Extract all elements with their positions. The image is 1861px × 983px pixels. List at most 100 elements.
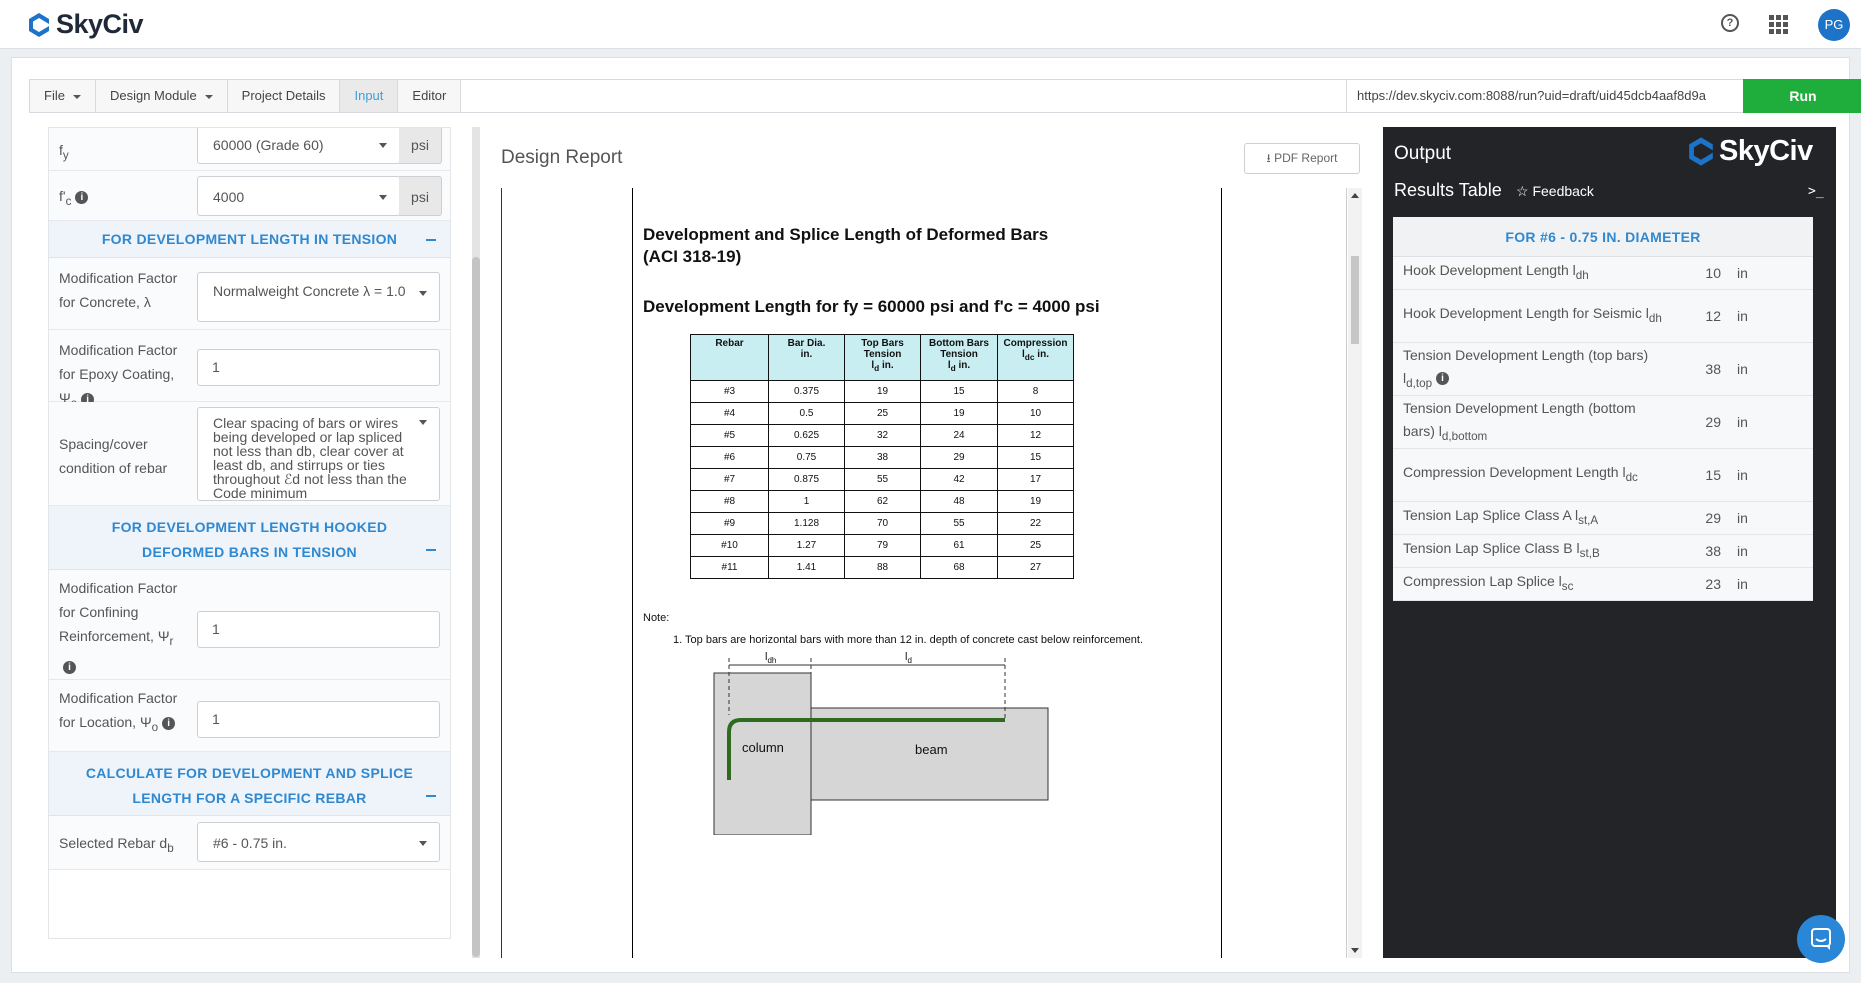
table-cell: 1.41 bbox=[768, 556, 845, 579]
apps-grid-icon[interactable] bbox=[1769, 15, 1788, 34]
rebar-select[interactable]: #6 - 0.75 in. bbox=[197, 822, 440, 862]
file-menu[interactable]: File bbox=[30, 80, 96, 112]
result-value: 15 bbox=[1705, 467, 1721, 483]
section-calc[interactable]: CALCULATE FOR DEVELOPMENT AND SPLICE LEN… bbox=[49, 752, 450, 816]
result-unit: in bbox=[1737, 543, 1748, 559]
input-scrollbar[interactable] bbox=[472, 127, 480, 958]
table-header: Compression ldc in. bbox=[997, 334, 1074, 381]
tab-editor[interactable]: Editor bbox=[398, 80, 462, 112]
report-viewer: Development and Splice Length of Deforme… bbox=[501, 188, 1347, 958]
table-row: #9 1.128 70 55 22 bbox=[690, 512, 1074, 535]
design-module-menu[interactable]: Design Module bbox=[95, 80, 228, 112]
result-name: Tension Development Length (bottom bars)… bbox=[1403, 399, 1636, 443]
confining-input[interactable]: 1 bbox=[197, 611, 440, 648]
table-row: #10 1.27 79 61 25 bbox=[690, 534, 1074, 557]
result-row: Compression Development Length ldc 15 in bbox=[1393, 449, 1813, 502]
result-row: Compression Lap Splice lsc 23 in bbox=[1393, 568, 1813, 601]
table-row: #7 0.875 55 42 17 bbox=[690, 468, 1074, 491]
collapse-icon[interactable] bbox=[426, 795, 436, 797]
table-cell: 48 bbox=[920, 490, 998, 513]
collapse-icon[interactable] bbox=[426, 239, 436, 241]
table-cell: 79 bbox=[844, 534, 921, 557]
table-cell: 1.128 bbox=[768, 512, 845, 535]
table-cell: 0.5 bbox=[768, 402, 845, 425]
ld-label: ld bbox=[905, 651, 912, 665]
top-bar: SkyCiv ? PG bbox=[0, 0, 1861, 49]
chevron-down-icon bbox=[204, 94, 213, 99]
chevron-down-icon bbox=[419, 291, 427, 296]
help-icon[interactable]: ? bbox=[1721, 14, 1739, 32]
run-button[interactable]: Run bbox=[1743, 79, 1861, 113]
result-value: 12 bbox=[1705, 308, 1721, 324]
chevron-down-icon bbox=[379, 143, 387, 148]
table-cell: #3 bbox=[690, 380, 769, 403]
fy-label: fy bbox=[59, 142, 69, 162]
url-field[interactable]: https://dev.skyciv.com:8088/run?uid=draf… bbox=[1346, 80, 1742, 112]
terminal-icon[interactable]: >_ bbox=[1808, 184, 1824, 199]
table-cell: 24 bbox=[920, 424, 998, 447]
result-unit: in bbox=[1737, 467, 1748, 483]
skyciv-logo: SkyCiv bbox=[1688, 135, 1813, 168]
confining-label: Modification Factor for Confining Reinfo… bbox=[59, 580, 178, 674]
epoxy-input[interactable]: 1 bbox=[197, 349, 440, 386]
table-cell: #4 bbox=[690, 402, 769, 425]
pdf-report-button[interactable]: ⭳ PDF Report bbox=[1244, 143, 1360, 174]
table-header: Top Bars Tension ld in. bbox=[844, 334, 921, 381]
table-cell: 70 bbox=[844, 512, 921, 535]
location-input[interactable]: 1 bbox=[197, 701, 440, 738]
spacing-select[interactable]: Clear spacing of bars or wires being dev… bbox=[197, 407, 440, 501]
info-icon[interactable]: i bbox=[162, 716, 176, 730]
section-tension[interactable]: FOR DEVELOPMENT LENGTH IN TENSION bbox=[49, 221, 450, 258]
table-cell: 0.875 bbox=[768, 468, 845, 491]
result-value: 38 bbox=[1705, 361, 1721, 377]
lambda-select[interactable]: Normalweight Concrete λ = 1.0 bbox=[197, 272, 440, 322]
table-cell: 1 bbox=[768, 490, 845, 513]
scrollbar-thumb[interactable] bbox=[472, 257, 480, 957]
table-cell: #7 bbox=[690, 468, 769, 491]
table-cell: 29 bbox=[920, 446, 998, 469]
input-panel: fy 60000 (Grade 60) psi f'c i 4000 psi FO… bbox=[48, 127, 451, 939]
brand-name: SkyCiv bbox=[56, 9, 144, 39]
chat-bubble-button[interactable] bbox=[1797, 915, 1845, 963]
result-row: Tension Development Length (bottom bars)… bbox=[1393, 396, 1813, 449]
table-cell: 27 bbox=[997, 556, 1074, 579]
info-icon[interactable]: i bbox=[63, 660, 76, 674]
report-scrollbar[interactable] bbox=[1348, 188, 1362, 958]
scroll-up-icon[interactable] bbox=[1351, 193, 1359, 198]
results-table: FOR #6 - 0.75 IN. DIAMETER Hook Developm… bbox=[1393, 217, 1813, 601]
report-subheading: Development Length for fy = 60000 psi an… bbox=[643, 297, 1100, 316]
table-row: #8 1 62 48 19 bbox=[690, 490, 1074, 513]
info-icon[interactable]: i bbox=[75, 190, 89, 204]
column-label: column bbox=[742, 740, 784, 755]
chat-icon bbox=[1811, 928, 1831, 950]
result-value: 29 bbox=[1705, 510, 1721, 526]
fc-select[interactable]: 4000 bbox=[197, 176, 400, 216]
info-icon[interactable]: i bbox=[1436, 372, 1450, 386]
table-row: #3 0.375 19 15 8 bbox=[690, 380, 1074, 403]
result-name: Hook Development Length ldh bbox=[1403, 262, 1589, 282]
table-cell: #11 bbox=[690, 556, 769, 579]
tab-project-details[interactable]: Project Details bbox=[227, 80, 341, 112]
table-cell: 15 bbox=[997, 446, 1074, 469]
table-cell: 15 bbox=[920, 380, 998, 403]
skyciv-logo[interactable]: SkyCiv bbox=[28, 9, 144, 40]
location-label: Modification Factor for Location, Ψo i bbox=[59, 690, 178, 734]
tab-input[interactable]: Input bbox=[340, 80, 399, 112]
table-header: Bottom Bars Tension ld in. bbox=[920, 334, 998, 381]
skyciv-logo-icon bbox=[29, 12, 49, 37]
section-hooked[interactable]: FOR DEVELOPMENT LENGTH HOOKED DEFORMED B… bbox=[49, 506, 450, 570]
avatar[interactable]: PG bbox=[1818, 9, 1850, 41]
design-report-title: Design Report bbox=[501, 147, 623, 168]
table-header: Bar Dia. in. bbox=[768, 334, 845, 381]
feedback-link[interactable]: ☆ Feedback bbox=[1516, 183, 1594, 200]
fy-select[interactable]: 60000 (Grade 60) bbox=[197, 128, 400, 164]
scrollbar-thumb[interactable] bbox=[1351, 256, 1359, 344]
chevron-down-icon bbox=[72, 94, 81, 99]
result-row: Hook Development Length ldh 10 in bbox=[1393, 257, 1813, 290]
result-unit: in bbox=[1737, 510, 1748, 526]
collapse-icon[interactable] bbox=[426, 549, 436, 551]
table-cell: 0.75 bbox=[768, 446, 845, 469]
toolbar: File Design Module Project Details Input… bbox=[29, 79, 1861, 113]
spacing-row: Spacing/cover condition of rebar Clear s… bbox=[49, 402, 450, 506]
scroll-down-icon[interactable] bbox=[1351, 948, 1359, 953]
